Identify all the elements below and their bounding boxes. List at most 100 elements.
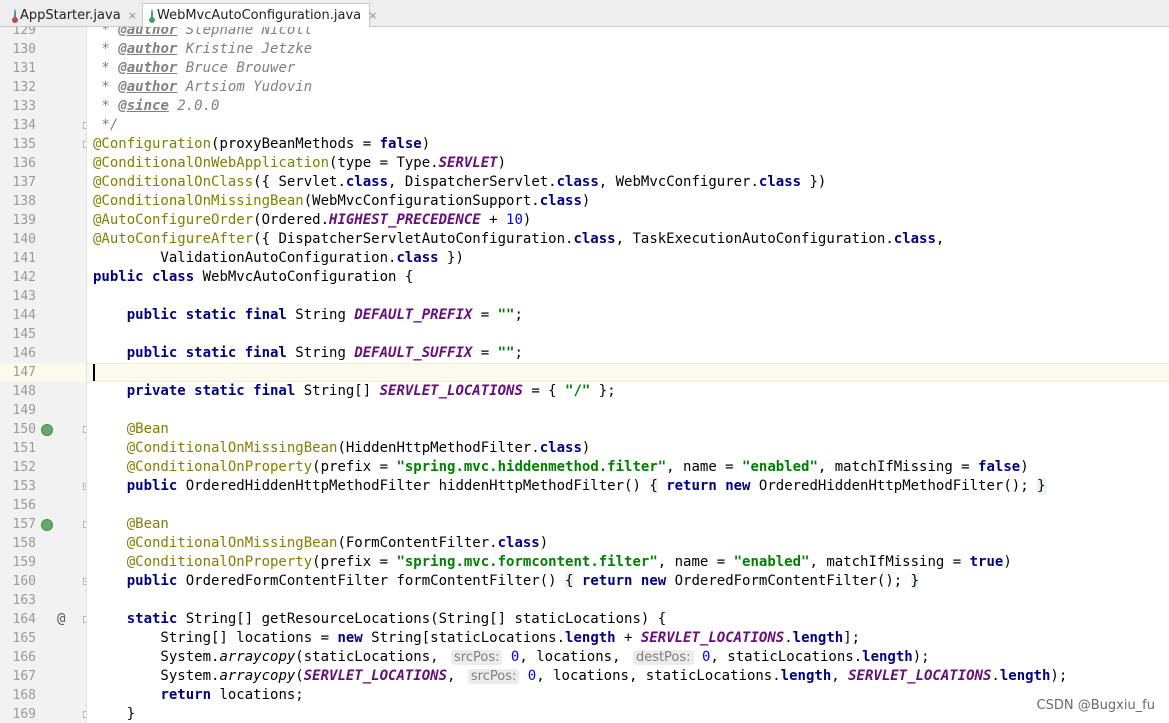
line-number[interactable]: 169 xyxy=(0,705,36,723)
line-number[interactable]: 148 xyxy=(0,382,36,401)
code-token: @AutoConfigureAfter xyxy=(93,231,254,247)
close-icon[interactable]: × xyxy=(368,9,377,22)
code-line[interactable]: } xyxy=(93,705,135,723)
code-line[interactable]: @ConditionalOnMissingBean(WebMvcConfigur… xyxy=(93,192,590,211)
code-token: "spring.mvc.formcontent.filter" xyxy=(396,554,658,570)
code-token: }) xyxy=(801,174,827,190)
editor-gutter[interactable]: 129 130 131 132 133 134 135 136 137 138 139 140 141 1… xyxy=(0,27,86,723)
line-number[interactable]: 129 xyxy=(0,27,36,40)
code-line[interactable]: static String[] getResourceLocations(Str… xyxy=(93,610,666,629)
line-number[interactable]: 158 xyxy=(0,534,36,553)
code-token: , locations, staticLocations. xyxy=(536,668,781,684)
code-line[interactable]: * @author Artsiom Yudovin xyxy=(93,78,312,97)
tab-webmvcautoconfiguration[interactable]: WebMvcAutoConfiguration.java × xyxy=(142,3,377,27)
code-line[interactable]: @AutoConfigureAfter({ DispatcherServletA… xyxy=(93,230,944,249)
code-line[interactable]: @ConditionalOnWebApplication(type = Type… xyxy=(93,154,506,173)
code-token: + xyxy=(480,212,507,228)
code-line[interactable]: * @author Stéphane Nicoll xyxy=(93,27,312,40)
spring-bean-icon[interactable] xyxy=(41,424,53,436)
code-line[interactable]: @Bean xyxy=(93,515,169,534)
code-line[interactable]: @ConditionalOnClass({ Servlet.class, Dis… xyxy=(93,173,826,192)
code-line[interactable]: public static final String DEFAULT_SUFFI… xyxy=(93,344,523,363)
line-number[interactable]: 147 xyxy=(0,363,36,382)
line-number[interactable]: 145 xyxy=(0,325,36,344)
code-line[interactable]: */ xyxy=(93,116,118,135)
line-number[interactable]: 142 xyxy=(0,268,36,287)
code-token: String[] xyxy=(295,383,380,399)
code-line[interactable]: String[] locations = new String[staticLo… xyxy=(93,629,860,648)
line-number[interactable]: 139 xyxy=(0,211,36,230)
line-number[interactable]: 166 xyxy=(0,648,36,667)
code-line[interactable]: public static final String DEFAULT_PREFI… xyxy=(93,306,523,325)
code-line[interactable]: public OrderedFormContentFilter formCont… xyxy=(93,572,920,591)
line-number[interactable]: 136 xyxy=(0,154,36,173)
line-number[interactable]: 151 xyxy=(0,439,36,458)
line-number[interactable]: 149 xyxy=(0,401,36,420)
code-line[interactable]: @ConditionalOnMissingBean(HiddenHttpMeth… xyxy=(93,439,591,458)
line-number[interactable]: 140 xyxy=(0,230,36,249)
line-number[interactable]: 134 xyxy=(0,116,36,135)
code-line[interactable]: * @since 2.0.0 xyxy=(93,97,219,116)
line-number[interactable]: 152 xyxy=(0,458,36,477)
code-line[interactable]: * @author Kristine Jetzke xyxy=(93,40,312,59)
tab-appstarter[interactable]: AppStarter.java × xyxy=(6,3,138,27)
line-number[interactable]: 143 xyxy=(0,287,36,306)
code-line[interactable]: return locations; xyxy=(93,686,303,705)
code-line[interactable]: public OrderedHiddenHttpMethodFilter hid… xyxy=(93,477,1046,496)
code-line[interactable]: System.arraycopy(SERVLET_LOCATIONS, srcP… xyxy=(93,667,1067,686)
code-token: * xyxy=(93,79,119,95)
line-number[interactable]: 144 xyxy=(0,306,36,325)
code-line[interactable]: * @author Bruce Brouwer xyxy=(93,59,295,78)
code-line[interactable]: ValidationAutoConfiguration.class }) xyxy=(93,249,463,268)
code-line[interactable]: @ConditionalOnProperty(prefix = "spring.… xyxy=(93,458,1029,477)
line-number[interactable]: 163 xyxy=(0,591,36,610)
parameter-hint: srcPos: xyxy=(467,669,520,684)
line-number[interactable]: 153 xyxy=(0,477,36,496)
line-number[interactable]: 168 xyxy=(0,686,36,705)
line-number[interactable]: 131 xyxy=(0,59,36,78)
code-line[interactable]: public class WebMvcAutoConfiguration { xyxy=(93,268,413,287)
code-line[interactable]: @ConditionalOnProperty(prefix = "spring.… xyxy=(93,553,1012,572)
implements-method-icon[interactable]: @ xyxy=(57,611,65,627)
code-token: @author xyxy=(118,27,178,38)
code-token: ) xyxy=(522,212,532,228)
line-number[interactable]: 167 xyxy=(0,667,36,686)
code-token: HIGHEST_PRECEDENCE xyxy=(329,212,481,228)
editor-tab-bar: AppStarter.java × WebMvcAutoConfiguratio… xyxy=(0,0,1169,27)
code-token: ; xyxy=(514,345,523,361)
code-line[interactable]: private static final String[] SERVLET_LO… xyxy=(93,382,616,401)
code-editor[interactable]: * @author Stéphane Nicoll * @author Kris… xyxy=(87,27,1169,723)
code-line[interactable]: @AutoConfigureOrder(Ordered.HIGHEST_PREC… xyxy=(93,211,531,230)
line-number[interactable]: 159 xyxy=(0,553,36,572)
line-number[interactable]: 150 xyxy=(0,420,36,439)
code-token: "/" xyxy=(565,383,591,399)
code-line[interactable]: System.arraycopy(staticLocations, srcPos… xyxy=(93,648,930,667)
close-icon[interactable]: × xyxy=(128,9,137,22)
code-token: (prefix = xyxy=(312,554,397,570)
line-number[interactable]: 156 xyxy=(0,496,36,515)
line-number[interactable]: 138 xyxy=(0,192,36,211)
code-token: ({ Servlet. xyxy=(253,174,346,190)
line-number[interactable]: 133 xyxy=(0,97,36,116)
line-number[interactable]: 141 xyxy=(0,249,36,268)
line-number[interactable]: 135 xyxy=(0,135,36,154)
code-token: class xyxy=(396,250,439,266)
code-token: @ConditionalOnMissingBean xyxy=(93,193,304,209)
code-token: , xyxy=(935,231,945,247)
line-number[interactable]: 130 xyxy=(0,40,36,59)
spring-bean-icon[interactable] xyxy=(41,519,53,531)
line-number[interactable]: 137 xyxy=(0,173,36,192)
code-line[interactable]: @Bean xyxy=(93,420,169,439)
line-number[interactable]: 160 xyxy=(0,572,36,591)
line-number[interactable]: 157 xyxy=(0,515,36,534)
line-number[interactable]: 165 xyxy=(0,629,36,648)
code-line[interactable]: @Configuration(proxyBeanMethods = false) xyxy=(93,135,430,154)
line-number[interactable]: 164 xyxy=(0,610,36,629)
line-number[interactable]: 146 xyxy=(0,344,36,363)
code-token: length xyxy=(862,649,913,665)
code-token: static xyxy=(126,611,178,627)
line-number[interactable]: 132 xyxy=(0,78,36,97)
code-line[interactable]: @ConditionalOnMissingBean(FormContentFil… xyxy=(93,534,548,553)
